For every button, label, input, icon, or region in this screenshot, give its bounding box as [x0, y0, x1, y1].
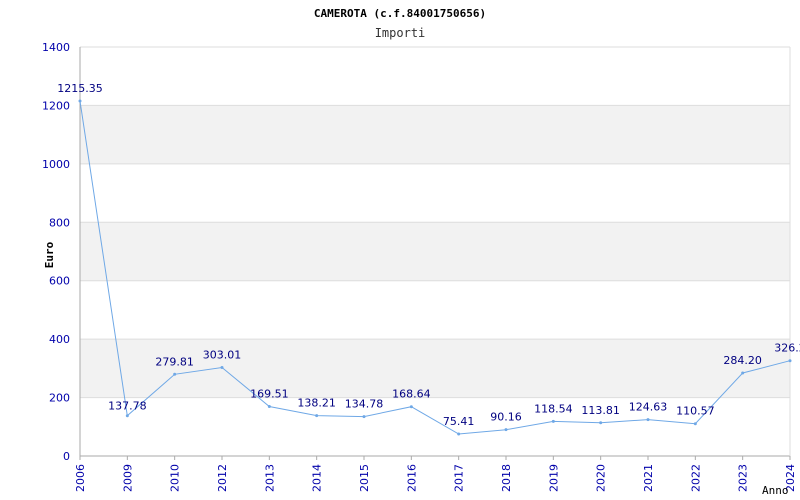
x-tick-label: 2021 — [642, 464, 655, 492]
data-label: 326.2 — [774, 342, 800, 355]
data-point — [220, 365, 224, 369]
data-point — [457, 432, 461, 436]
x-tick-label: 2006 — [74, 464, 87, 492]
data-point — [551, 419, 555, 423]
y-tick-label: 200 — [49, 392, 70, 405]
data-point — [78, 99, 82, 103]
data-point — [788, 359, 792, 363]
x-tick-label: 2015 — [358, 464, 371, 492]
x-tick-label: 2020 — [595, 464, 608, 492]
x-tick-label: 2018 — [500, 464, 513, 492]
y-tick-label: 0 — [63, 450, 70, 463]
data-point — [315, 414, 319, 418]
y-tick-label: 600 — [49, 275, 70, 288]
data-point — [504, 428, 508, 432]
chart-title: CAMEROTA (c.f.84001750656) — [314, 7, 486, 20]
grid-band — [80, 222, 790, 281]
y-tick-label: 1200 — [42, 99, 70, 112]
y-axis-label: Euro — [43, 241, 56, 268]
data-point — [125, 414, 129, 418]
data-label: 110.57 — [676, 405, 715, 418]
data-point — [741, 371, 745, 375]
chart-subtitle: Importi — [375, 26, 426, 40]
x-tick-label: 2010 — [169, 464, 182, 492]
y-tick-label: 400 — [49, 333, 70, 346]
data-point — [693, 422, 697, 426]
data-label: 118.54 — [534, 402, 573, 415]
data-label: 113.81 — [581, 404, 620, 417]
data-label: 169.51 — [250, 387, 289, 400]
x-tick-label: 2013 — [263, 464, 276, 492]
data-label: 138.21 — [297, 397, 336, 410]
x-tick-label: 2017 — [453, 464, 466, 492]
line-chart: CAMEROTA (c.f.84001750656) Importi 0 200 4… — [42, 7, 800, 497]
plot-area: 0 200 400 600 800 1000 1200 1400 2006 2009 2010 201… — [42, 41, 800, 492]
data-label: 284.20 — [723, 354, 762, 367]
data-label: 75.41 — [443, 415, 475, 428]
x-tick-label: 2014 — [311, 464, 324, 492]
grid-band — [80, 105, 790, 164]
data-point — [362, 415, 366, 419]
data-label: 134.78 — [345, 398, 384, 411]
grid-band — [80, 339, 790, 398]
data-point — [173, 372, 177, 376]
data-point — [646, 418, 650, 422]
y-tick-label: 1000 — [42, 158, 70, 171]
y-tick-label: 800 — [49, 216, 70, 229]
data-label: 1215.35 — [57, 82, 103, 95]
x-tick-label: 2009 — [121, 464, 134, 492]
x-tick-label: 2022 — [689, 464, 702, 492]
data-label: 303.01 — [203, 348, 242, 361]
x-tick-label: 2023 — [737, 464, 750, 492]
data-point — [599, 421, 603, 425]
x-tick-label: 2016 — [405, 464, 418, 492]
x-tick-label: 2012 — [216, 464, 229, 492]
y-tick-label: 1400 — [42, 41, 70, 54]
data-label: 137.78 — [108, 400, 147, 413]
data-point — [267, 404, 271, 408]
data-point — [409, 405, 413, 409]
data-label: 90.16 — [490, 411, 522, 424]
data-label: 168.64 — [392, 388, 431, 401]
data-label: 279.81 — [155, 355, 194, 368]
x-tick-label: 2019 — [547, 464, 560, 492]
x-axis-label: Anno — [762, 484, 789, 497]
data-label: 124.63 — [629, 401, 668, 414]
